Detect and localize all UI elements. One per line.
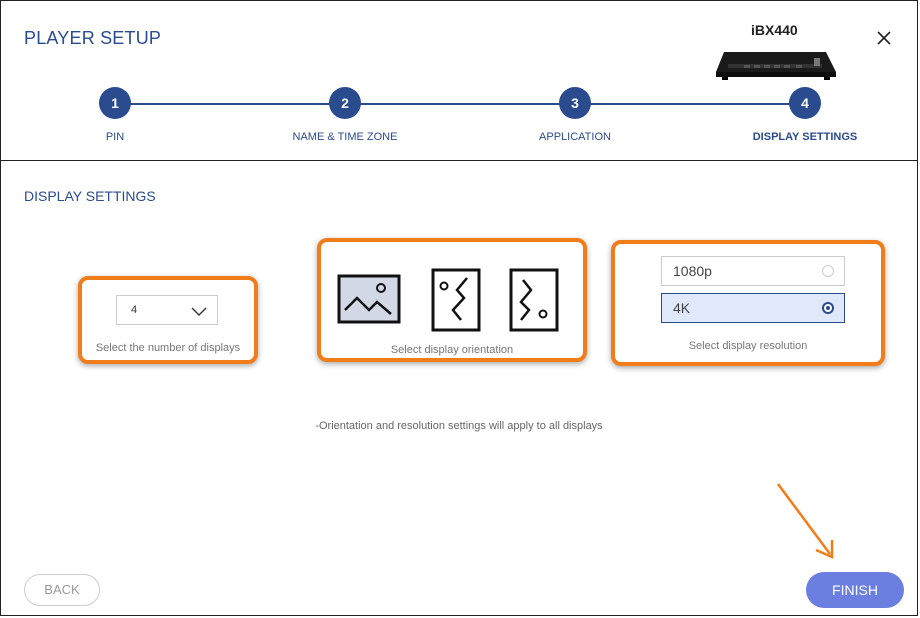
stepper-line — [115, 103, 805, 105]
resolution-panel: 1080p 4K Select display resolution — [611, 240, 885, 366]
step-application[interactable]: 3 APPLICATION — [495, 87, 655, 143]
dialog-title: PLAYER SETUP — [24, 28, 162, 48]
arrow-pointer-icon — [776, 483, 834, 559]
back-button[interactable]: BACK — [24, 574, 100, 606]
displays-count-caption: Select the number of displays — [95, 342, 241, 354]
step-label: PIN — [105, 131, 125, 143]
step-display-settings[interactable]: 4 DISPLAY SETTINGS — [725, 87, 885, 143]
step-number: 4 — [789, 87, 821, 119]
step-name-time-zone[interactable]: 2 NAME & TIME ZONE — [265, 87, 425, 143]
resolution-option-label: 4K — [673, 300, 691, 316]
step-label: APPLICATION — [539, 131, 611, 143]
resolution-option-4k[interactable]: 4K — [661, 293, 845, 323]
step-number: 2 — [329, 87, 361, 119]
resolution-option-label: 1080p — [673, 263, 712, 279]
orientation-caption: Select display orientation — [390, 344, 514, 356]
finish-button[interactable]: FINISH — [806, 572, 904, 608]
resolution-option-1080p[interactable]: 1080p — [661, 256, 845, 286]
radio-button[interactable] — [822, 265, 834, 277]
displays-count-select[interactable]: 4 — [116, 295, 218, 325]
header-divider — [0, 160, 918, 161]
step-label: NAME & TIME ZONE — [292, 131, 398, 143]
device-image — [716, 52, 836, 80]
portrait-flipped-icon[interactable] — [509, 268, 559, 334]
portrait-icon[interactable] — [431, 268, 481, 334]
step-label: DISPLAY SETTINGS — [752, 131, 858, 143]
settings-note: -Orientation and resolution settings wil… — [315, 420, 603, 432]
step-number: 1 — [99, 87, 131, 119]
resolution-caption: Select display resolution — [688, 340, 808, 352]
radio-button[interactable] — [822, 302, 834, 314]
chevron-down-icon — [191, 307, 207, 316]
displays-count-panel: 4 Select the number of displays — [78, 276, 258, 364]
close-icon[interactable] — [872, 26, 896, 50]
step-number: 3 — [559, 87, 591, 119]
device-model-label: iBX440 — [751, 22, 798, 38]
step-pin[interactable]: 1 PIN — [35, 87, 195, 143]
displays-count-value: 4 — [131, 304, 138, 316]
orientation-panel: Select display orientation — [317, 238, 587, 362]
landscape-icon[interactable] — [337, 274, 401, 326]
section-title: DISPLAY SETTINGS — [24, 188, 156, 204]
